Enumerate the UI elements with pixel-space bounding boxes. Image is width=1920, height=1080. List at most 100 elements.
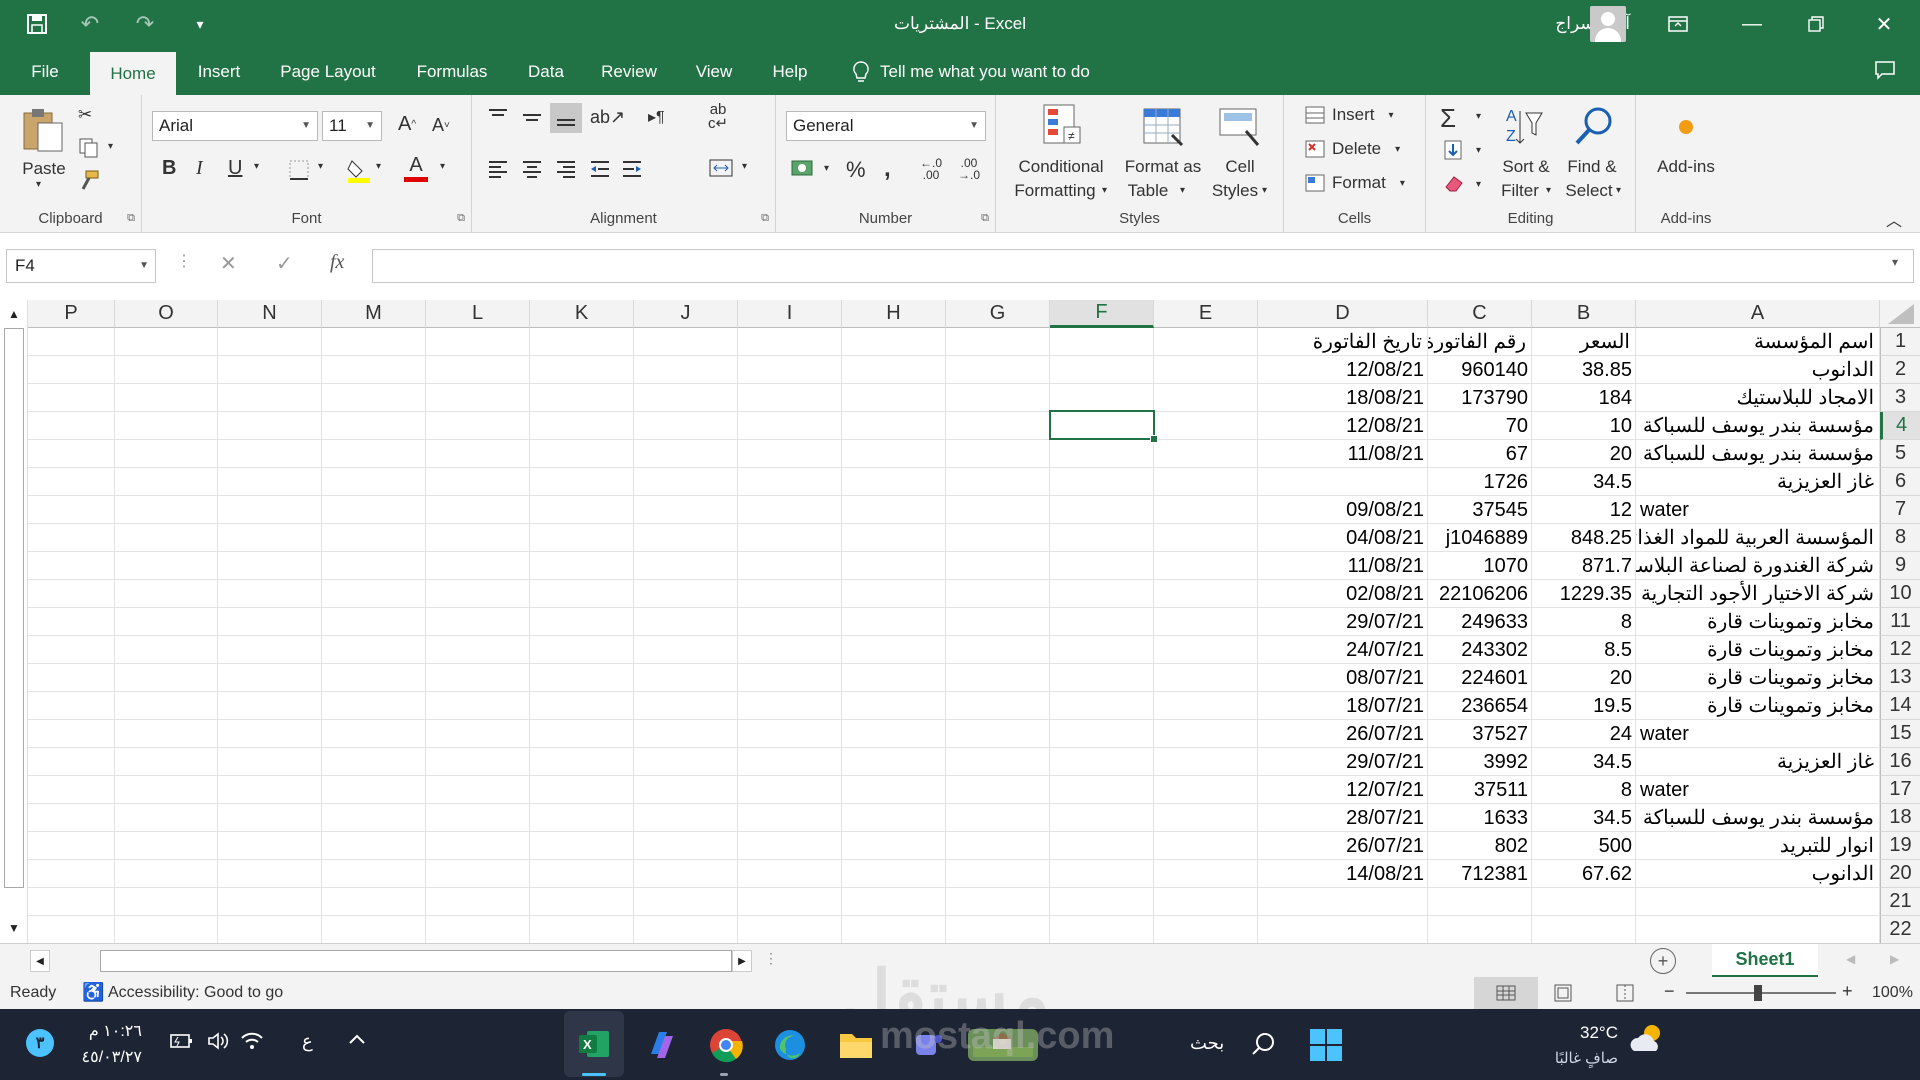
clock-date[interactable]: ٤٥/٠٣/٢٧ [50, 1047, 142, 1067]
conditional-dropdown-icon[interactable]: ▾ [1102, 185, 1107, 196]
cell-b17[interactable]: 8 [1532, 776, 1636, 804]
row-header-11[interactable]: 11 [1880, 608, 1920, 636]
format-as-table-icon[interactable] [1142, 105, 1186, 149]
cell-b2[interactable]: 38.85 [1532, 356, 1636, 384]
customize-qat-icon[interactable]: ▾ [188, 10, 212, 38]
row-header-5[interactable]: 5 [1880, 440, 1920, 468]
cell-c15[interactable]: 37527 [1428, 720, 1532, 748]
cell-b11[interactable]: 8 [1532, 608, 1636, 636]
cell-c2[interactable]: 960140 [1428, 356, 1532, 384]
row-header-6[interactable]: 6 [1880, 468, 1920, 496]
row-header-12[interactable]: 12 [1880, 636, 1920, 664]
cell-a8[interactable]: المؤسسة العربية للمواد الغذائيه [1636, 524, 1880, 552]
column-header-k[interactable]: K [530, 300, 634, 328]
cell-d14[interactable]: 18/07/21 [1258, 692, 1428, 720]
clock-time[interactable]: ١٠:٢٦ م [62, 1021, 142, 1041]
sort-filter-dropdown-icon[interactable]: ▾ [1546, 185, 1551, 196]
column-header-a[interactable]: A [1636, 300, 1880, 328]
cell-c18[interactable]: 1633 [1428, 804, 1532, 832]
merge-center-icon[interactable] [708, 157, 734, 179]
cell-a3[interactable]: الامجاد للبلاستيك [1636, 384, 1880, 412]
accessibility-icon[interactable]: ♿ [82, 982, 104, 1003]
alignment-launcher-icon[interactable]: ⧉ [761, 212, 769, 225]
cut-icon[interactable]: ✂ [78, 105, 92, 125]
cell-a18[interactable]: مؤسسة بندر يوسف للسباكة [1636, 804, 1880, 832]
cell-a1[interactable]: اسم المؤسسة [1636, 328, 1880, 356]
row-header-3[interactable]: 3 [1880, 384, 1920, 412]
delete-cells-button[interactable]: Delete ▾ [1304, 139, 1400, 159]
column-header-c[interactable]: C [1428, 300, 1532, 328]
align-right-icon[interactable] [554, 159, 578, 179]
cell-b4[interactable]: 10 [1532, 412, 1636, 440]
page-layout-view-icon[interactable] [1552, 983, 1574, 1008]
cell-d5[interactable]: 11/08/21 [1258, 440, 1428, 468]
paste-dropdown-icon[interactable]: ▾ [36, 179, 41, 190]
tab-data[interactable]: Data [518, 48, 574, 95]
wifi-icon[interactable] [240, 1031, 264, 1051]
cell-styles-dropdown-icon[interactable]: ▾ [1262, 185, 1267, 196]
cell-c10[interactable]: 22106206 [1428, 580, 1532, 608]
ribbon-display-icon[interactable] [1646, 0, 1710, 48]
cell-d3[interactable]: 18/08/21 [1258, 384, 1428, 412]
paste-icon[interactable] [20, 105, 70, 155]
close-icon[interactable]: ✕ [1852, 0, 1916, 48]
row-header-13[interactable]: 13 [1880, 664, 1920, 692]
chrome-icon[interactable] [706, 1025, 746, 1065]
tab-splitter-icon[interactable]: ⋮ [764, 950, 778, 967]
cell-c5[interactable]: 67 [1428, 440, 1532, 468]
tab-home[interactable]: Home [90, 52, 176, 95]
row-header-4[interactable]: 4 [1880, 412, 1920, 440]
column-header-m[interactable]: M [322, 300, 426, 328]
cell-a14[interactable]: مخابز وتموينات قارة [1636, 692, 1880, 720]
row-header-8[interactable]: 8 [1880, 524, 1920, 552]
row-header-18[interactable]: 18 [1880, 804, 1920, 832]
status-accessibility[interactable]: Accessibility: Good to go [108, 984, 283, 1002]
row-header-22[interactable]: 22 [1880, 916, 1920, 944]
cell-a4[interactable]: مؤسسة بندر يوسف للسباكة [1636, 412, 1880, 440]
volume-icon[interactable] [206, 1031, 230, 1051]
clear-dropdown-icon[interactable]: ▾ [1476, 179, 1481, 190]
cell-a7[interactable]: water [1636, 496, 1880, 524]
sheet-tab-sheet1[interactable]: Sheet1 [1712, 944, 1818, 978]
comma-style-icon[interactable]: , [884, 155, 891, 183]
cell-b20[interactable]: 67.62 [1532, 860, 1636, 888]
cell-a15[interactable]: water [1636, 720, 1880, 748]
undo-icon[interactable]: ↶ [70, 10, 110, 38]
borders-icon[interactable] [288, 159, 310, 181]
column-header-l[interactable]: L [426, 300, 530, 328]
column-header-i[interactable]: I [738, 300, 842, 328]
tell-me-search[interactable]: Tell me what you want to do [852, 48, 1090, 95]
addins-label[interactable]: Add-ins [1638, 155, 1734, 179]
row-header-10[interactable]: 10 [1880, 580, 1920, 608]
cell-b6[interactable]: 34.5 [1532, 468, 1636, 496]
borders-dropdown-icon[interactable]: ▾ [318, 161, 323, 172]
font-color-icon[interactable]: A [404, 155, 428, 182]
horizontal-scrollbar[interactable] [100, 950, 732, 972]
zoom-level[interactable]: 100% [1872, 984, 1913, 1002]
clear-icon[interactable] [1442, 173, 1466, 193]
orientation-icon[interactable]: ab↗ [590, 107, 625, 128]
fill-icon[interactable] [1442, 139, 1464, 161]
decrease-font-icon[interactable]: A ˅ [432, 115, 450, 136]
avatar[interactable] [1590, 6, 1626, 42]
cell-d12[interactable]: 24/07/21 [1258, 636, 1428, 664]
underline-icon[interactable]: U [228, 157, 242, 180]
cancel-entry-icon[interactable]: ✕ [220, 251, 237, 276]
find-select-label1[interactable]: Find & [1562, 155, 1622, 179]
cell-c20[interactable]: 712381 [1428, 860, 1532, 888]
cell-d17[interactable]: 12/07/21 [1258, 776, 1428, 804]
cell-a17[interactable]: water [1636, 776, 1880, 804]
row-header-14[interactable]: 14 [1880, 692, 1920, 720]
weather-icon[interactable] [1626, 1019, 1666, 1059]
wrap-text-icon[interactable]: ab c↵ [708, 102, 728, 131]
worksheet-grid[interactable]: ▲ ▼ PONMLKJIHGFEDCBA 1 2 3 4 5 6 7 8 9 10 11 12 13 14… [0, 300, 1920, 944]
tab-insert[interactable]: Insert [186, 48, 252, 95]
edge-icon[interactable] [770, 1025, 810, 1065]
align-bottom-icon[interactable] [550, 103, 582, 133]
cell-a20[interactable]: الدانوب [1636, 860, 1880, 888]
cell-d7[interactable]: 09/08/21 [1258, 496, 1428, 524]
sort-filter-label1[interactable]: Sort & [1496, 155, 1556, 179]
cell-d16[interactable]: 29/07/21 [1258, 748, 1428, 776]
cell-b7[interactable]: 12 [1532, 496, 1636, 524]
cell-d8[interactable]: 04/08/21 [1258, 524, 1428, 552]
